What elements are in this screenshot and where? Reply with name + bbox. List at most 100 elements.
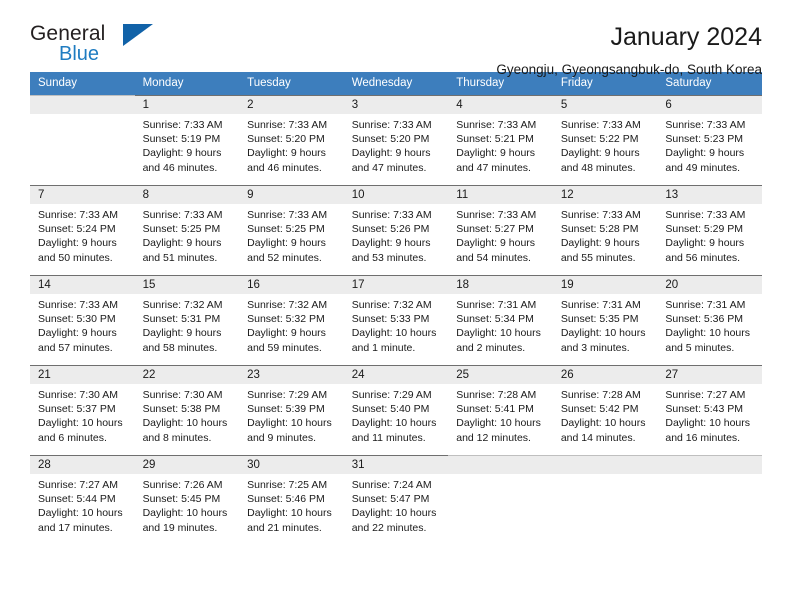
day-cell-inner: 20 Sunrise: 7:31 AM Sunset: 5:36 PM Dayligh… xyxy=(657,275,762,365)
calendar-day-cell[interactable]: 22 Sunrise: 7:30 AM Sunset: 5:38 PM Dayligh… xyxy=(134,365,240,455)
daylight-duration-line2: and 3 minutes. xyxy=(560,341,630,354)
sunset-time: Sunset: 5:23 PM xyxy=(665,133,744,146)
sunrise-time: Sunrise: 7:28 AM xyxy=(560,389,641,401)
day-number xyxy=(552,456,658,474)
calendar-day-cell[interactable]: 11 Sunrise: 7:33 AM Sunset: 5:27 PM Dayligh… xyxy=(448,185,553,275)
daylight-duration-line2: and 47 minutes. xyxy=(456,161,531,174)
day-cell-inner: 19 Sunrise: 7:31 AM Sunset: 5:35 PM Dayligh… xyxy=(552,275,658,365)
calendar-day-cell[interactable]: 9 Sunrise: 7:33 AM Sunset: 5:25 PM Daylight… xyxy=(239,185,344,275)
calendar-day-cell[interactable]: 30 Sunrise: 7:25 AM Sunset: 5:46 PM Dayligh… xyxy=(239,455,344,545)
calendar-day-cell[interactable]: 15 Sunrise: 7:32 AM Sunset: 5:31 PM Dayligh… xyxy=(134,275,240,365)
daylight-duration-line2: and 11 minutes. xyxy=(351,431,426,444)
brand-logo[interactable]: General Blue xyxy=(30,22,153,68)
calendar-day-cell[interactable]: 18 Sunrise: 7:31 AM Sunset: 5:34 PM Dayligh… xyxy=(448,275,553,365)
calendar-day-cell[interactable]: 19 Sunrise: 7:31 AM Sunset: 5:35 PM Dayligh… xyxy=(552,275,658,365)
sunset-time: Sunset: 5:37 PM xyxy=(38,403,116,416)
calendar-day-cell[interactable]: 28 Sunrise: 7:27 AM Sunset: 5:44 PM Dayligh… xyxy=(30,455,135,545)
calendar-day-cell[interactable]: 1 Sunrise: 7:33 AM Sunset: 5:19 PM Daylight… xyxy=(134,95,240,185)
calendar-day-cell[interactable]: 13 Sunrise: 7:33 AM Sunset: 5:29 PM Dayligh… xyxy=(657,185,762,275)
sunset-time: Sunset: 5:30 PM xyxy=(38,313,116,326)
calendar-day-cell[interactable]: 3 Sunrise: 7:33 AM Sunset: 5:20 PM Daylight… xyxy=(343,95,449,185)
daylight-duration-line2: and 9 minutes. xyxy=(247,431,317,444)
sunset-time: Sunset: 5:22 PM xyxy=(560,133,639,146)
day-number: 14 xyxy=(30,276,135,294)
calendar-day-cell[interactable]: 21 Sunrise: 7:30 AM Sunset: 5:37 PM Dayligh… xyxy=(30,365,135,455)
sunset-time: Sunset: 5:31 PM xyxy=(142,313,221,326)
sunset-time: Sunset: 5:43 PM xyxy=(665,403,744,416)
calendar-day-cell[interactable]: 10 Sunrise: 7:33 AM Sunset: 5:26 PM Dayligh… xyxy=(343,185,449,275)
daylight-duration-line2: and 17 minutes. xyxy=(38,521,113,534)
day-cell-inner: 28 Sunrise: 7:27 AM Sunset: 5:44 PM Dayligh… xyxy=(30,455,135,545)
sunrise-time: Sunrise: 7:27 AM xyxy=(38,479,118,491)
day-cell-inner: 10 Sunrise: 7:33 AM Sunset: 5:26 PM Dayligh… xyxy=(343,185,449,275)
day-cell-inner: 26 Sunrise: 7:28 AM Sunset: 5:42 PM Dayligh… xyxy=(552,365,658,455)
day-number: 26 xyxy=(552,366,658,384)
brand-name-bottom: Blue xyxy=(59,43,100,65)
day-number: 6 xyxy=(657,96,762,114)
daylight-duration-line1: Daylight: 9 hours xyxy=(560,237,640,250)
daylight-duration-line2: and 21 minutes. xyxy=(247,521,322,534)
calendar-day-cell[interactable]: 7 Sunrise: 7:33 AM Sunset: 5:24 PM Daylight… xyxy=(30,185,135,275)
calendar-day-cell[interactable]: 26 Sunrise: 7:28 AM Sunset: 5:42 PM Dayligh… xyxy=(552,365,658,455)
daylight-duration-line2: and 56 minutes. xyxy=(665,251,741,264)
sunrise-time: Sunrise: 7:27 AM xyxy=(665,389,746,401)
day-cell-inner: 17 Sunrise: 7:32 AM Sunset: 5:33 PM Dayligh… xyxy=(343,275,449,365)
day-number: 19 xyxy=(552,276,658,294)
calendar-day-cell[interactable]: 12 Sunrise: 7:33 AM Sunset: 5:28 PM Dayligh… xyxy=(552,185,658,275)
calendar-empty-cell xyxy=(30,95,135,185)
calendar-day-cell[interactable]: 16 Sunrise: 7:32 AM Sunset: 5:32 PM Dayligh… xyxy=(239,275,344,365)
day-cell-inner: 2 Sunrise: 7:33 AM Sunset: 5:20 PM Daylight… xyxy=(239,95,344,185)
daylight-duration-line1: Daylight: 9 hours xyxy=(247,147,326,160)
sunset-time: Sunset: 5:20 PM xyxy=(351,133,430,146)
day-number xyxy=(448,456,553,474)
calendar-day-cell[interactable]: 2 Sunrise: 7:33 AM Sunset: 5:20 PM Daylight… xyxy=(239,95,344,185)
day-cell-inner: 12 Sunrise: 7:33 AM Sunset: 5:28 PM Dayligh… xyxy=(552,185,658,275)
day-number: 30 xyxy=(239,456,344,474)
day-number: 2 xyxy=(239,96,344,114)
sunset-time: Sunset: 5:33 PM xyxy=(351,313,430,326)
day-cell-inner: 13 Sunrise: 7:33 AM Sunset: 5:29 PM Dayligh… xyxy=(657,185,762,275)
calendar-day-cell[interactable]: 17 Sunrise: 7:32 AM Sunset: 5:33 PM Dayligh… xyxy=(343,275,449,365)
calendar-day-cell[interactable]: 27 Sunrise: 7:27 AM Sunset: 5:43 PM Dayligh… xyxy=(657,365,762,455)
day-number: 9 xyxy=(239,186,344,204)
day-details: Sunrise: 7:33 AM Sunset: 5:27 PM Daylight:… xyxy=(448,204,553,265)
day-details: Sunrise: 7:33 AM Sunset: 5:25 PM Daylight:… xyxy=(239,204,344,265)
calendar-day-cell[interactable]: 8 Sunrise: 7:33 AM Sunset: 5:25 PM Daylight… xyxy=(134,185,240,275)
weekday-header-wednesday: Wednesday xyxy=(343,72,449,95)
calendar-day-cell[interactable]: 5 Sunrise: 7:33 AM Sunset: 5:22 PM Daylight… xyxy=(552,95,658,185)
day-cell-inner: 22 Sunrise: 7:30 AM Sunset: 5:38 PM Dayligh… xyxy=(134,365,240,455)
calendar-day-cell[interactable]: 31 Sunrise: 7:24 AM Sunset: 5:47 PM Dayligh… xyxy=(343,455,449,545)
sunrise-time: Sunrise: 7:29 AM xyxy=(247,389,328,401)
sunset-time: Sunset: 5:25 PM xyxy=(142,223,221,236)
sunrise-time: Sunrise: 7:33 AM xyxy=(38,209,118,221)
day-number: 20 xyxy=(657,276,762,294)
daylight-duration-line2: and 8 minutes. xyxy=(142,431,212,444)
calendar-day-cell[interactable]: 14 Sunrise: 7:33 AM Sunset: 5:30 PM Dayligh… xyxy=(30,275,135,365)
sunrise-time: Sunrise: 7:33 AM xyxy=(560,209,641,221)
calendar-day-cell[interactable]: 20 Sunrise: 7:31 AM Sunset: 5:36 PM Dayligh… xyxy=(657,275,762,365)
calendar-day-cell[interactable]: 23 Sunrise: 7:29 AM Sunset: 5:39 PM Dayligh… xyxy=(239,365,344,455)
day-number: 17 xyxy=(343,276,449,294)
daylight-duration-line1: Daylight: 10 hours xyxy=(456,417,541,430)
calendar-day-cell[interactable]: 29 Sunrise: 7:26 AM Sunset: 5:45 PM Dayligh… xyxy=(134,455,240,545)
calendar-day-cell[interactable]: 6 Sunrise: 7:33 AM Sunset: 5:23 PM Daylight… xyxy=(657,95,762,185)
brand-triangle-icon xyxy=(123,24,153,46)
daylight-duration-line2: and 16 minutes. xyxy=(665,431,741,444)
sunrise-time: Sunrise: 7:30 AM xyxy=(38,389,118,401)
sunset-time: Sunset: 5:36 PM xyxy=(665,313,744,326)
calendar-day-cell[interactable]: 4 Sunrise: 7:33 AM Sunset: 5:21 PM Daylight… xyxy=(448,95,553,185)
sunrise-time: Sunrise: 7:33 AM xyxy=(247,209,328,221)
weekday-header-monday: Monday xyxy=(134,72,240,95)
weekday-header-sunday: Sunday xyxy=(30,72,135,95)
day-details: Sunrise: 7:32 AM Sunset: 5:32 PM Daylight:… xyxy=(239,294,344,355)
calendar-day-cell[interactable]: 25 Sunrise: 7:28 AM Sunset: 5:41 PM Dayligh… xyxy=(448,365,553,455)
day-details: Sunrise: 7:33 AM Sunset: 5:25 PM Daylight:… xyxy=(135,204,240,265)
daylight-duration-line2: and 12 minutes. xyxy=(456,431,531,444)
sunrise-time: Sunrise: 7:31 AM xyxy=(456,299,537,311)
sunrise-time: Sunrise: 7:33 AM xyxy=(665,119,746,131)
sunrise-time: Sunrise: 7:29 AM xyxy=(351,389,432,401)
page-header: General Blue January 2024 Gyeongju, Gyeo… xyxy=(30,0,762,77)
day-number: 18 xyxy=(448,276,553,294)
day-number: 15 xyxy=(134,276,240,294)
calendar-day-cell[interactable]: 24 Sunrise: 7:29 AM Sunset: 5:40 PM Dayligh… xyxy=(343,365,449,455)
